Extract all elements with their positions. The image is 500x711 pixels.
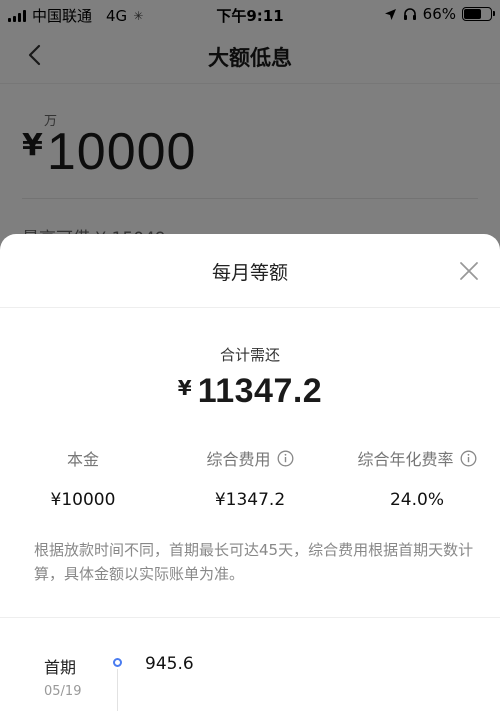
timeline-dot-icon [113, 658, 122, 667]
stat-label: 综合费用 [206, 450, 271, 469]
stat-value: ¥10000 [50, 490, 116, 510]
repayment-notice: 根据放款时间不同，首期最长可达45天，综合费用根据首期天数计算，具体金额以实际账… [34, 541, 474, 583]
info-icon[interactable] [460, 450, 477, 467]
total-label: 合计需还 [219, 346, 280, 364]
stat-value: 24.0% [389, 490, 444, 510]
stat-annual-rate: 综合年化费率 24.0% [334, 446, 500, 510]
sheet-header: 每月等额 [0, 234, 500, 308]
timeline-line [117, 669, 118, 711]
stat-label: 本金 [66, 450, 99, 469]
total-currency-symbol: ¥ [177, 376, 192, 400]
stat-value: ¥1347.2 [214, 490, 286, 510]
info-icon[interactable] [277, 450, 294, 467]
schedule-date: 05/19 [44, 684, 82, 699]
total-amount: ¥ 11347.2 [0, 372, 500, 411]
sheet-title: 每月等额 [211, 262, 288, 284]
fee-stats: 本金 ¥10000 综合费用 ¥1347.2 综合年化费率 24.0% [0, 446, 500, 516]
repayment-sheet: 每月等额 合计需还 ¥ 11347.2 本金 ¥10000 综合费用 ¥1347… [0, 234, 500, 711]
stat-fees: 综合费用 ¥1347.2 [167, 446, 333, 510]
total-value: 11347.2 [197, 372, 323, 410]
stat-principal: 本金 ¥10000 [0, 446, 166, 510]
schedule-period: 首期 [44, 658, 77, 677]
close-icon[interactable] [456, 258, 482, 284]
schedule-amount: 945.6 [145, 654, 194, 674]
divider [0, 617, 500, 618]
stat-label: 综合年化费率 [357, 450, 454, 469]
